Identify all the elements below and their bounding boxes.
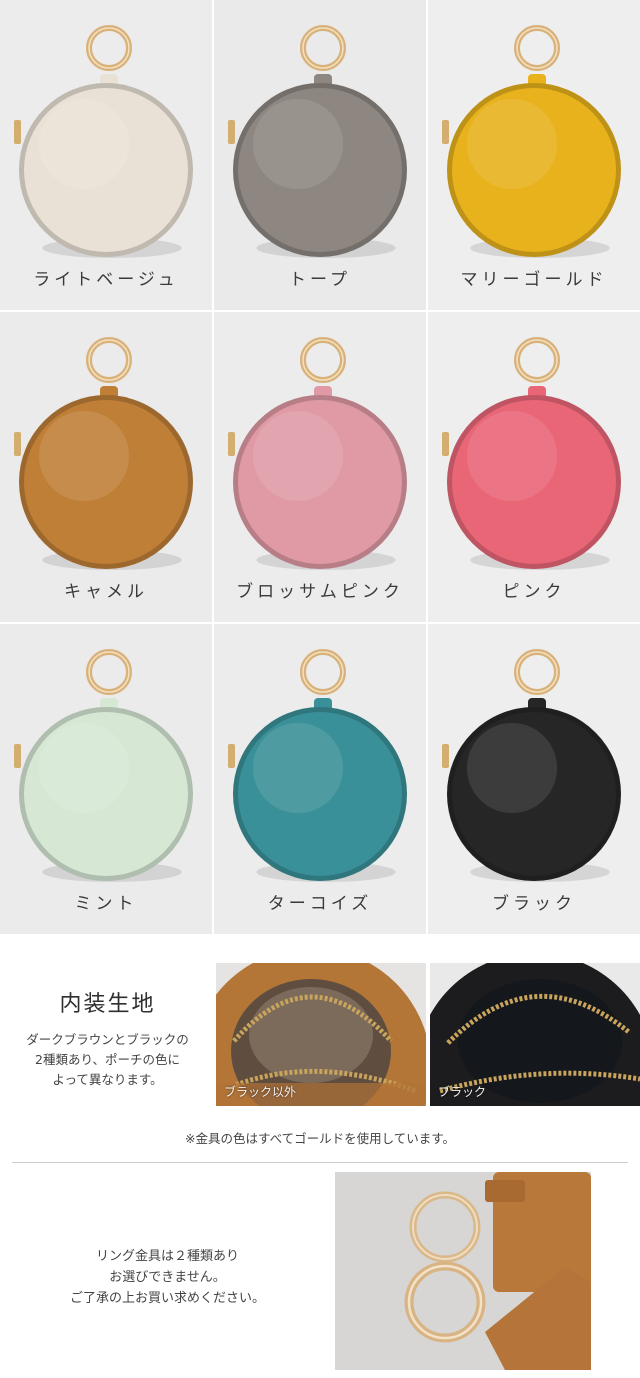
notice-text: ※金具の色はすべてゴールドを使用しています。 bbox=[185, 1131, 455, 1146]
color-label: ブラック bbox=[492, 894, 576, 914]
color-item: ブラック bbox=[428, 624, 640, 934]
color-item: ミント bbox=[0, 624, 212, 934]
coin-pouch-image bbox=[228, 25, 407, 258]
color-grid: ライトベージュ トープ マリーゴールドキャメル ブロッサムピンク ピンクミント ターコイズ… bbox=[0, 0, 640, 934]
color-item: ターコイズ bbox=[214, 624, 426, 934]
coin-pouch-image bbox=[442, 25, 621, 258]
color-label: マリーゴールド bbox=[460, 270, 608, 290]
color-label: ミント bbox=[74, 894, 138, 914]
color-item: トープ bbox=[214, 0, 426, 310]
coin-pouch-image bbox=[228, 649, 407, 882]
coin-pouch-image bbox=[14, 649, 193, 882]
lining-photo-caption: ブラック以外 bbox=[224, 1085, 297, 1099]
color-item: マリーゴールド bbox=[428, 0, 640, 310]
lining-title: 内装生地 bbox=[59, 992, 156, 1017]
ring-desc-line: お選びできません。 bbox=[109, 1270, 226, 1285]
lining-desc-line: ダークブラウンとブラックの bbox=[26, 1032, 189, 1047]
color-label: トープ bbox=[289, 270, 351, 290]
lining-photo-caption: ブラック bbox=[438, 1085, 487, 1099]
color-label: ピンク bbox=[502, 582, 566, 602]
color-label: キャメル bbox=[64, 582, 148, 602]
color-item: ライトベージュ bbox=[0, 0, 212, 310]
coin-pouch-image bbox=[442, 649, 621, 882]
lining-desc-line: よって異なります。 bbox=[52, 1072, 163, 1087]
coin-pouch-image bbox=[14, 25, 193, 258]
ring-photo bbox=[335, 1172, 591, 1370]
divider bbox=[12, 1162, 628, 1163]
lining-photo-brown: ブラック以外 bbox=[216, 963, 426, 1106]
color-label: ターコイズ bbox=[267, 894, 373, 914]
lining-photo-black: ブラック bbox=[430, 963, 640, 1106]
color-item: キャメル bbox=[0, 312, 212, 622]
lining-description: ダークブラウンとブラックの 2種類あり、ポーチの色に よって異なります。 bbox=[0, 1030, 215, 1090]
ring-desc-line: ご了承の上お買い求めください。 bbox=[69, 1291, 265, 1306]
color-item: ブロッサムピンク bbox=[214, 312, 426, 622]
lining-desc-line: 2種類あり、ポーチの色に bbox=[35, 1052, 180, 1067]
coin-pouch-image bbox=[228, 337, 407, 570]
coin-pouch-image bbox=[14, 337, 193, 570]
color-item: ピンク bbox=[428, 312, 640, 622]
color-label: ブロッサムピンク bbox=[236, 582, 404, 602]
ring-image bbox=[335, 1172, 591, 1370]
color-label: ライトベージュ bbox=[33, 270, 179, 290]
coin-pouch-image bbox=[442, 337, 621, 570]
ring-description: リング金具は２種類あり お選びできません。 ご了承の上お買い求めください。 bbox=[0, 1246, 335, 1309]
ring-desc-line: リング金具は２種類あり bbox=[95, 1249, 239, 1264]
